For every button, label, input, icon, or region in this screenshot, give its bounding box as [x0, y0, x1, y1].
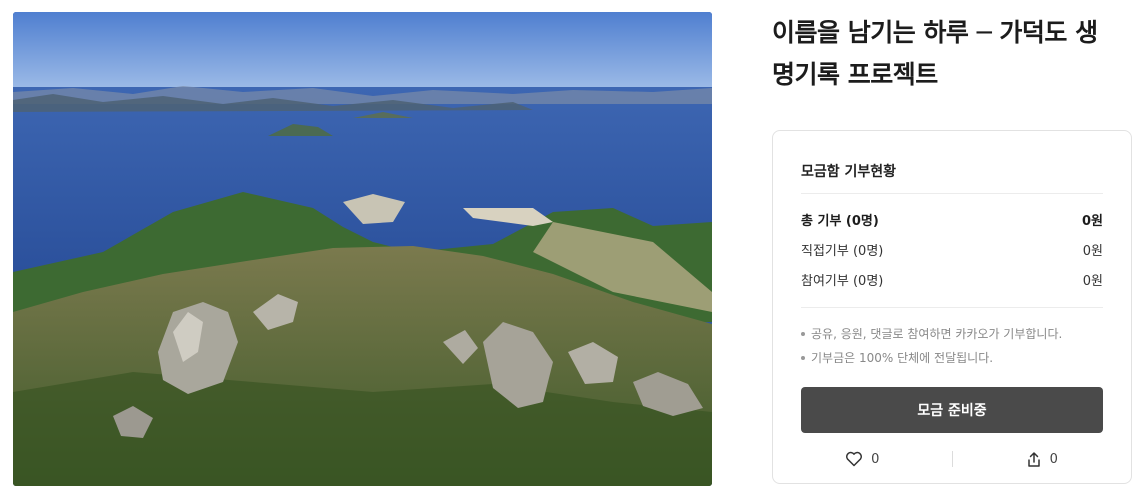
heart-icon [846, 451, 863, 467]
total-donation-label: 총 기부 (0명) [801, 213, 879, 229]
title-line-2: 명기록 프로젝트 [772, 60, 938, 89]
total-donation-value: 0원 [1081, 213, 1103, 229]
bullet-icon [801, 331, 805, 336]
donation-status-card: 모금함 기부현황 총 기부 (0명) 0원 직접기부 (0명) 0원 참여기부 … [772, 130, 1132, 484]
note-text: 기부금은 100% 단체에 전달됩니다. [811, 351, 994, 365]
participation-donation-row: 참여기부 (0명) 0원 [801, 269, 1103, 289]
share-button[interactable]: 0 [953, 451, 1132, 468]
share-count: 0 [1049, 451, 1058, 467]
title-line-1: 이름을 남기는 하루 ─ 가덕도 생 [772, 18, 1098, 47]
note-text: 공유, 응원, 댓글로 참여하면 카카오가 기부합니다. [811, 327, 1063, 341]
action-bar: 0 0 [773, 447, 1131, 471]
direct-donation-value: 0원 [1082, 243, 1103, 259]
like-count: 0 [871, 451, 880, 467]
direct-donation-row: 직접기부 (0명) 0원 [801, 239, 1103, 259]
participation-donation-value: 0원 [1082, 273, 1103, 289]
divider [801, 193, 1103, 194]
note-item: 공유, 응원, 댓글로 참여하면 카카오가 기부합니다. [801, 325, 1111, 342]
donation-heading: 모금함 기부현황 [801, 164, 897, 180]
fundraising-button[interactable]: 모금 준비중 [801, 387, 1103, 433]
page-title: 이름을 남기는 하루 ─ 가덕도 생 명기록 프로젝트 [772, 12, 1132, 96]
note-item: 기부금은 100% 단체에 전달됩니다. [801, 349, 1111, 366]
direct-donation-label: 직접기부 (0명) [801, 243, 884, 259]
participation-donation-label: 참여기부 (0명) [801, 273, 884, 289]
bullet-icon [801, 355, 805, 360]
share-icon [1027, 451, 1040, 467]
total-donation-row: 총 기부 (0명) 0원 [801, 209, 1103, 229]
hero-image [13, 12, 712, 486]
divider [801, 307, 1103, 308]
like-button[interactable]: 0 [773, 451, 952, 467]
